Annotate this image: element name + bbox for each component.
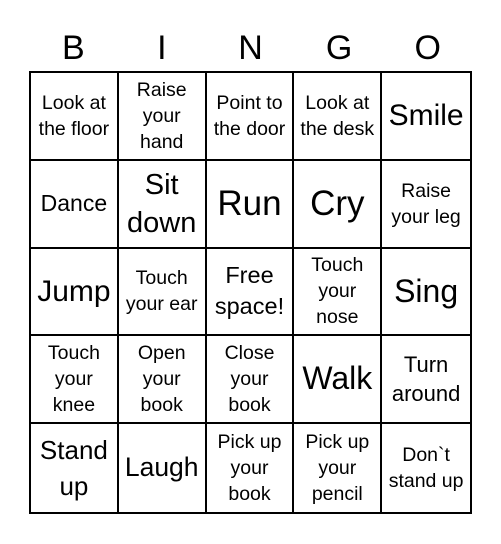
bingo-cell[interactable]: Don`t stand up	[382, 424, 470, 512]
bingo-cell[interactable]: Jump	[31, 248, 119, 337]
bingo-cell[interactable]: Touch your ear	[118, 248, 207, 337]
bingo-cell[interactable]: Turn around	[382, 336, 470, 425]
bingo-cell[interactable]: Smile	[382, 73, 470, 161]
bingo-cell[interactable]: Dance	[31, 160, 119, 249]
bingo-cell[interactable]: Close your book	[206, 336, 295, 425]
bingo-cell[interactable]: Stand up	[31, 424, 119, 512]
header-letter-o: O	[414, 29, 441, 67]
bingo-cell[interactable]: Point to the door	[206, 73, 295, 161]
bingo-header: B I N G O	[29, 28, 472, 68]
bingo-cell[interactable]: Pick up your pencil	[294, 424, 383, 512]
free-space-cell[interactable]: Free space!	[206, 248, 295, 337]
bingo-cell[interactable]: Open your book	[118, 336, 207, 425]
bingo-cell[interactable]: Cry	[294, 160, 383, 249]
header-letter-g: G	[325, 29, 353, 67]
bingo-cell[interactable]: Touch your nose	[294, 248, 383, 337]
bingo-cell[interactable]: Touch your knee	[31, 336, 119, 425]
bingo-cell[interactable]: Pick up your book	[207, 424, 295, 512]
header-letter-b: B	[61, 29, 85, 67]
bingo-cell[interactable]: Raise your hand	[118, 73, 207, 161]
bingo-cell[interactable]: Walk	[294, 336, 383, 425]
bingo-cell[interactable]: Run	[206, 160, 295, 249]
bingo-cell[interactable]: Raise your leg	[382, 161, 470, 249]
bingo-cell[interactable]: Look at the desk	[294, 73, 383, 161]
bingo-cell[interactable]: Sing	[382, 249, 470, 337]
bingo-cell[interactable]: Laugh	[119, 424, 207, 512]
header-letter-i: I	[157, 29, 167, 67]
bingo-cell[interactable]: Look at the floor	[31, 73, 119, 161]
header-letter-n: N	[238, 29, 263, 67]
bingo-grid: Look at the floor Raise your hand Point …	[29, 71, 472, 514]
bingo-cell[interactable]: Sit down	[118, 160, 207, 249]
